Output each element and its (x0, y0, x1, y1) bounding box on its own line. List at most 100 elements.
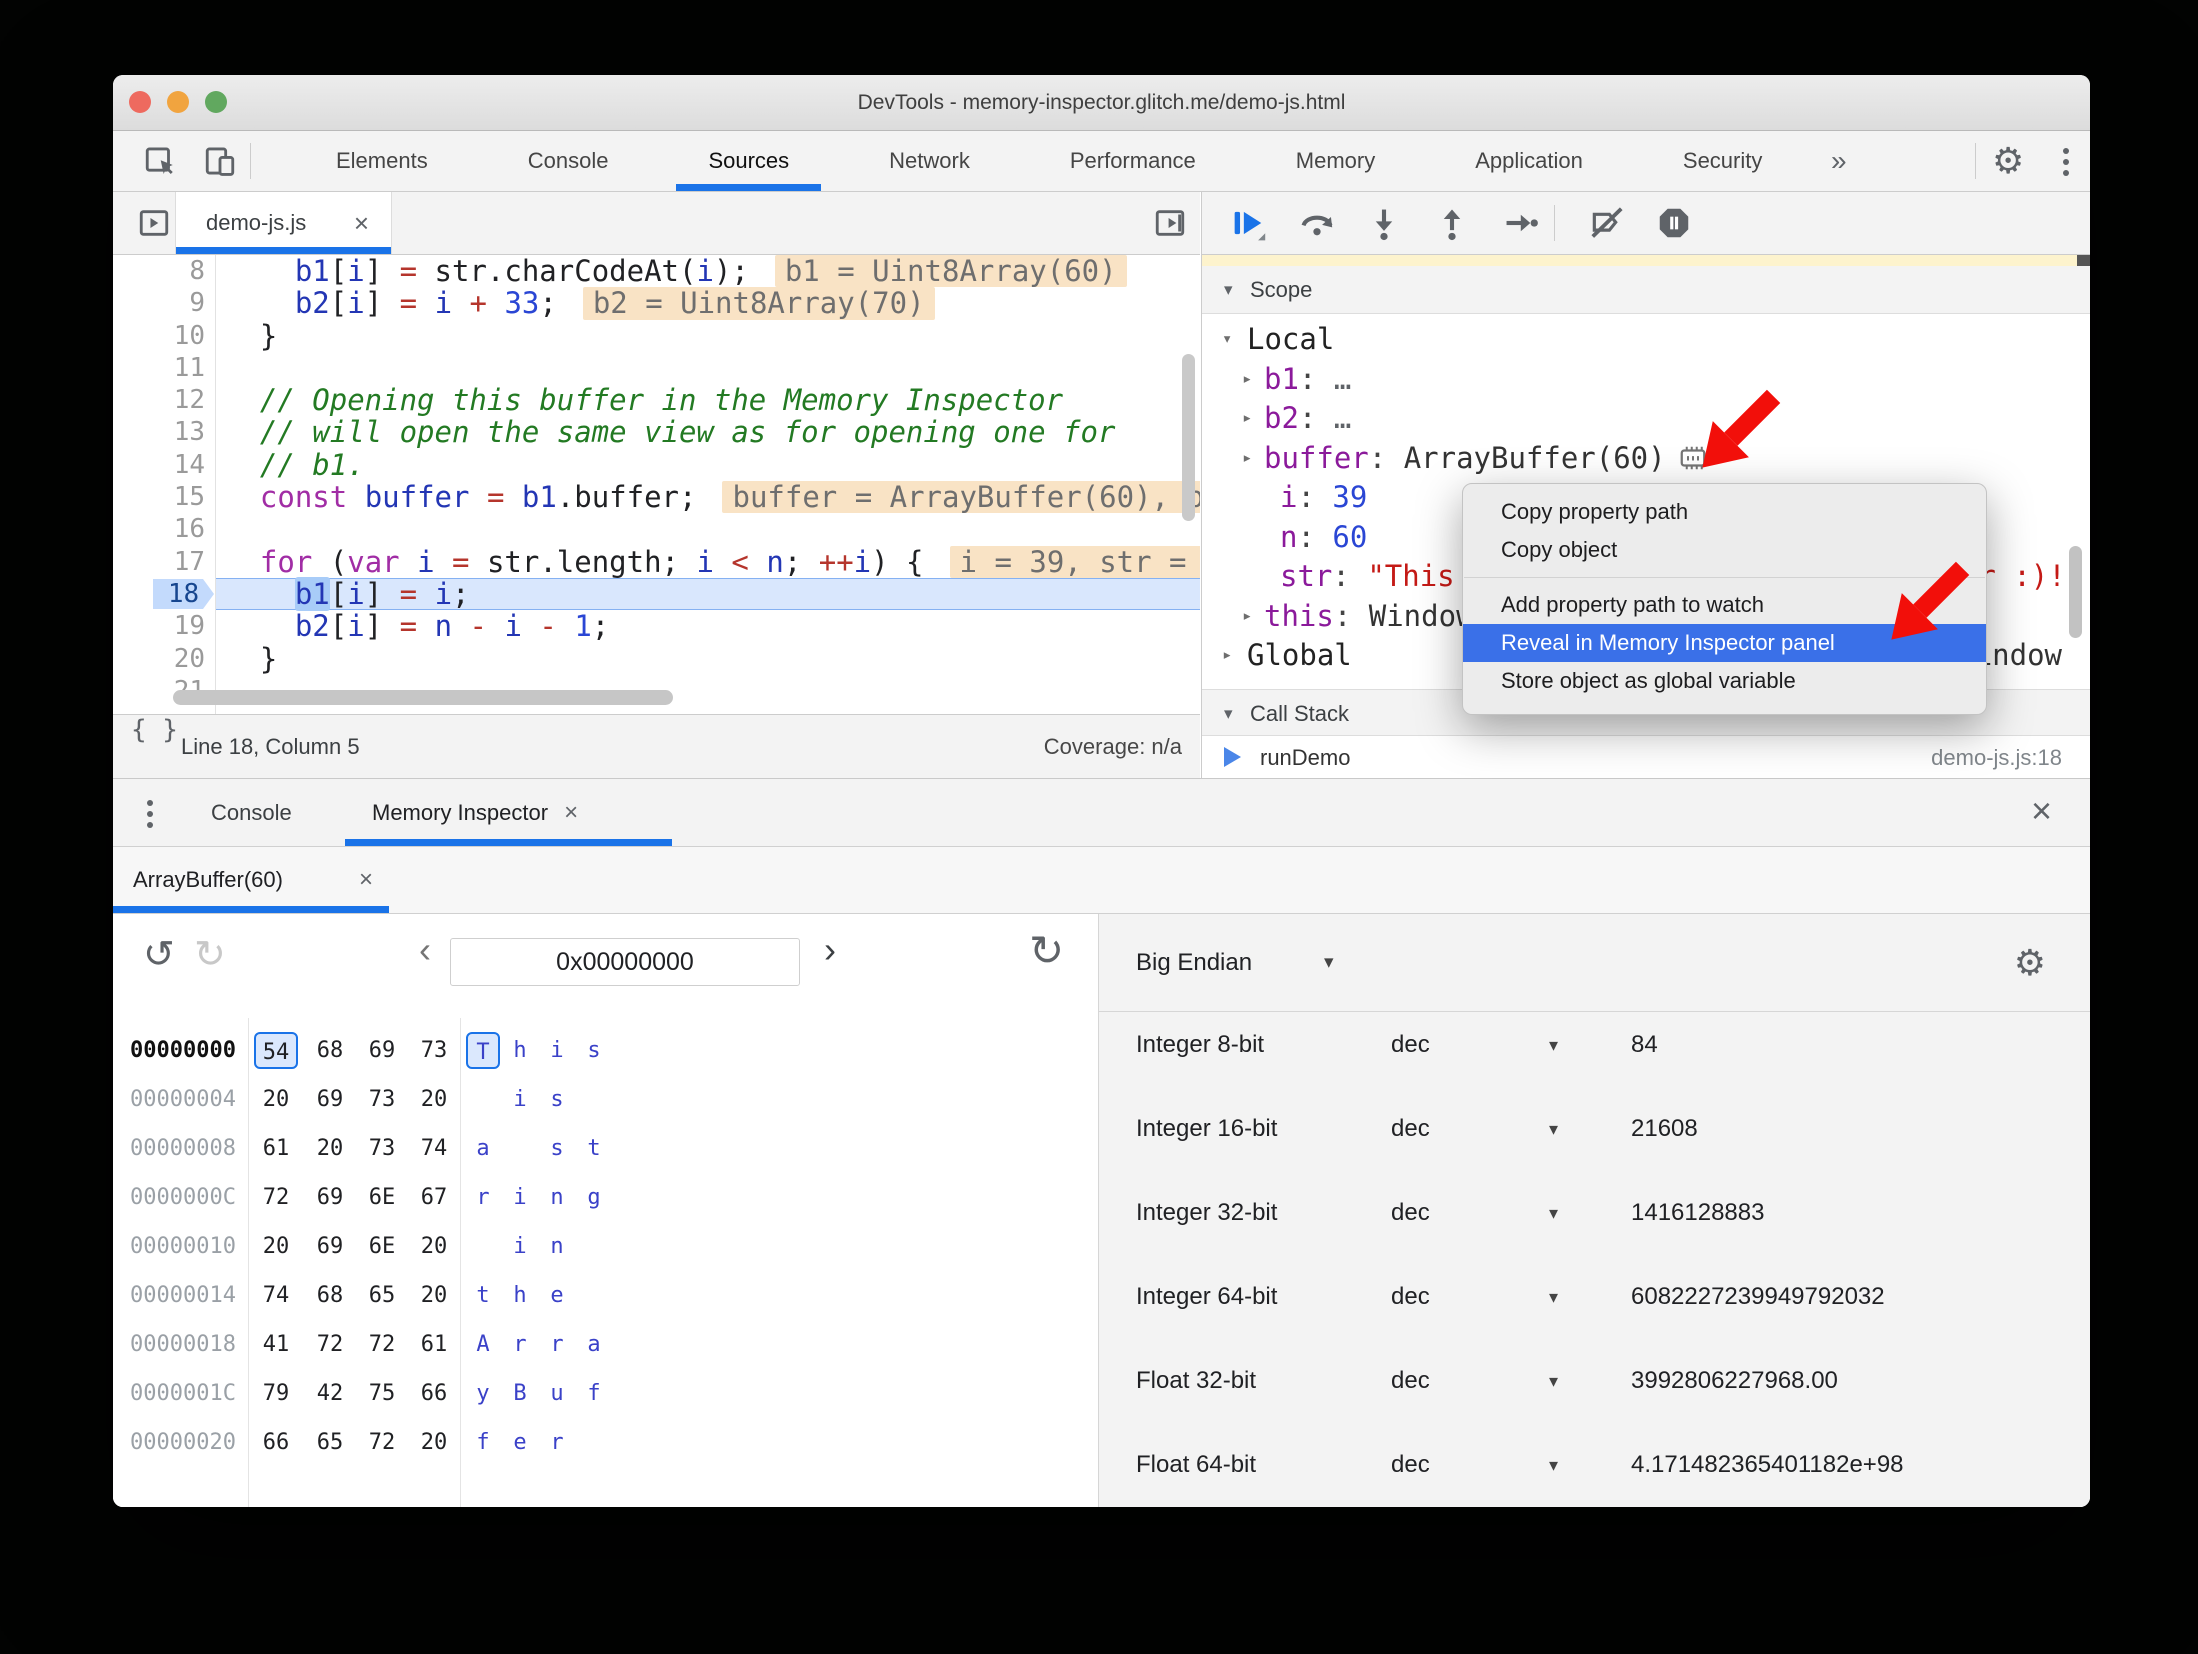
hex-byte[interactable]: 72 (254, 1179, 298, 1216)
hex-byte[interactable]: 66 (412, 1375, 456, 1412)
ascii-char[interactable]: i (540, 1032, 574, 1069)
ascii-char[interactable]: i (503, 1081, 537, 1118)
hex-byte[interactable]: 74 (254, 1277, 298, 1314)
hex-byte[interactable]: 20 (308, 1130, 352, 1167)
scope-row-buffer[interactable]: ▸ buffer: ArrayBuffer(60) (1202, 439, 2090, 479)
ascii-char[interactable] (577, 1081, 611, 1118)
hex-byte[interactable]: 73 (360, 1081, 404, 1118)
undo-icon[interactable]: ↺ (143, 932, 175, 977)
ascii-char[interactable]: e (540, 1277, 574, 1314)
show-sources-panel-icon[interactable] (1153, 206, 1187, 240)
drawer-tab-close-icon[interactable]: × (564, 799, 578, 826)
caret-down-icon[interactable]: ▾ (1324, 914, 1334, 1011)
hex-byte[interactable]: 20 (412, 1228, 456, 1265)
ascii-char[interactable]: f (577, 1375, 611, 1412)
hex-byte[interactable]: 74 (412, 1130, 456, 1167)
hex-byte[interactable]: 20 (254, 1081, 298, 1118)
hex-byte[interactable]: 67 (412, 1179, 456, 1216)
step-out-icon[interactable] (1433, 204, 1471, 242)
ascii-char[interactable] (466, 1228, 500, 1265)
line-number[interactable]: 15 (113, 481, 205, 513)
hex-byte[interactable]: 72 (360, 1326, 404, 1363)
ascii-char[interactable] (577, 1424, 611, 1461)
caret-down-icon[interactable]: ▾ (1549, 1339, 1558, 1423)
scope-section-header[interactable]: ▾ Scope (1202, 266, 2090, 314)
hex-byte[interactable]: 61 (254, 1130, 298, 1167)
expanded-triangle-icon[interactable]: ▾ (1222, 320, 1232, 360)
tab-console[interactable]: Console (528, 131, 609, 191)
deactivate-breakpoints-icon[interactable] (1588, 204, 1626, 242)
ascii-char[interactable] (503, 1130, 537, 1167)
code-editor[interactable]: 8 b1[i] = str.charCodeAt(i); b1 = Uint8Ar… (113, 255, 1200, 715)
format-select[interactable]: dec (1391, 1255, 1430, 1339)
line-number[interactable]: 12 (113, 384, 205, 416)
pause-on-exceptions-icon[interactable] (1655, 204, 1693, 242)
hex-byte[interactable]: 20 (412, 1081, 456, 1118)
step-over-icon[interactable] (1298, 204, 1336, 242)
ascii-char[interactable]: T (466, 1032, 500, 1069)
file-tab-demo-js[interactable]: demo-js.js × (175, 192, 392, 254)
ascii-char[interactable]: B (503, 1375, 537, 1412)
code-line-9[interactable]: 9 b2[i] = i + 33; b2 = Uint8Array(70) (113, 287, 1200, 320)
ascii-char[interactable] (577, 1228, 611, 1265)
tab-performance[interactable]: Performance (1070, 131, 1196, 191)
ascii-char[interactable]: r (503, 1326, 537, 1363)
tab-elements[interactable]: Elements (336, 131, 428, 191)
code-line-10[interactable]: 10 } (113, 319, 1200, 352)
hex-byte[interactable]: 6E (360, 1179, 404, 1216)
tab-memory[interactable]: Memory (1296, 131, 1375, 191)
ascii-char[interactable]: n (540, 1228, 574, 1265)
editor-horizontal-scrollbar[interactable] (173, 690, 673, 705)
hex-byte[interactable]: 20 (412, 1424, 456, 1461)
hex-byte[interactable]: 68 (308, 1277, 352, 1314)
ascii-char[interactable]: g (577, 1179, 611, 1216)
hex-byte[interactable]: 69 (308, 1179, 352, 1216)
scope-row-b1[interactable]: ▸ b1: … (1202, 360, 2090, 400)
ascii-char[interactable]: r (540, 1424, 574, 1461)
hex-byte[interactable]: 65 (360, 1277, 404, 1314)
format-select[interactable]: dec (1391, 1339, 1430, 1423)
show-navigator-icon[interactable] (137, 206, 171, 240)
tab-security[interactable]: Security (1683, 131, 1762, 191)
drawer-tab-console[interactable]: Console (211, 779, 292, 846)
hex-byte[interactable]: 69 (308, 1228, 352, 1265)
hex-byte[interactable]: 68 (308, 1032, 352, 1069)
ascii-char[interactable]: s (540, 1081, 574, 1118)
format-select[interactable]: dec (1391, 1087, 1430, 1171)
hex-byte[interactable]: 20 (254, 1228, 298, 1265)
ascii-char[interactable]: h (503, 1032, 537, 1069)
ascii-char[interactable]: n (540, 1179, 574, 1216)
collapsed-triangle-icon[interactable]: ▸ (1242, 597, 1252, 637)
hex-byte[interactable]: 42 (308, 1375, 352, 1412)
caret-down-icon[interactable]: ▾ (1549, 1255, 1558, 1339)
line-number[interactable]: 14 (113, 449, 205, 481)
line-number[interactable]: 13 (113, 416, 205, 448)
editor-vertical-scrollbar[interactable] (1182, 354, 1195, 521)
hex-byte[interactable]: 72 (360, 1424, 404, 1461)
collapsed-triangle-icon[interactable]: ▸ (1242, 439, 1252, 479)
ascii-char[interactable]: s (577, 1032, 611, 1069)
refresh-icon[interactable]: ↻ (1029, 926, 1064, 975)
ascii-char[interactable]: t (577, 1130, 611, 1167)
format-select[interactable]: dec (1391, 1423, 1430, 1507)
ascii-char[interactable]: i (503, 1179, 537, 1216)
line-number[interactable]: 19 (113, 610, 205, 642)
line-number[interactable]: 9 (113, 287, 205, 319)
code-line-20[interactable]: 20 } (113, 642, 1200, 675)
main-menu-kebab-icon[interactable] (2063, 148, 2069, 176)
settings-gear-icon[interactable]: ⚙ (1992, 131, 2024, 191)
collapsed-triangle-icon[interactable]: ▸ (1242, 399, 1252, 439)
line-number[interactable]: 16 (113, 513, 205, 545)
interpreter-settings-gear-icon[interactable]: ⚙ (2014, 914, 2046, 1011)
menu-item-copy-property-path[interactable]: Copy property path (1463, 493, 1986, 531)
tab-application[interactable]: Application (1475, 131, 1583, 191)
device-toolbar-icon[interactable] (203, 144, 237, 178)
ascii-char[interactable]: r (466, 1179, 500, 1216)
ascii-char[interactable]: r (540, 1326, 574, 1363)
line-number[interactable]: 10 (113, 320, 205, 352)
hex-byte[interactable]: 73 (360, 1130, 404, 1167)
ascii-char[interactable]: A (466, 1326, 500, 1363)
resume-script-icon[interactable] (1228, 204, 1266, 242)
endianness-select[interactable]: Big Endian (1136, 914, 1252, 1011)
scope-row-Local[interactable]: ▾ Local (1202, 320, 2090, 360)
